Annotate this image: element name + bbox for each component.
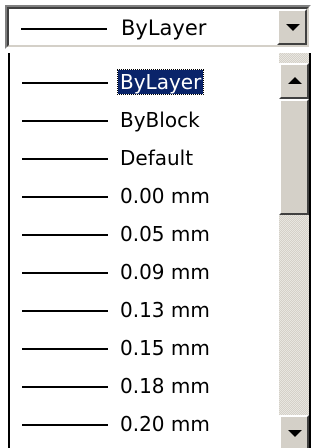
lineweight-sample-line <box>22 82 108 84</box>
list-item-default[interactable]: Default <box>10 139 280 177</box>
lineweight-sample-line <box>22 424 108 426</box>
combobox-selected-value: ByLayer <box>121 16 207 40</box>
chevron-down-icon <box>288 430 302 437</box>
lineweight-combobox[interactable]: ByLayer <box>5 5 311 49</box>
list-item-0-13-mm[interactable]: 0.13 mm <box>10 291 280 329</box>
lineweight-sample-line <box>22 196 108 198</box>
combobox-field[interactable]: ByLayer <box>7 7 309 47</box>
lineweight-sample-line <box>22 272 108 274</box>
chevron-down-icon <box>286 24 300 31</box>
list-item-label: 0.05 mm <box>120 222 210 246</box>
list-item-label: 0.15 mm <box>120 336 210 360</box>
lineweight-sample-line <box>22 120 108 122</box>
list-item-bylayer[interactable]: ByLayer <box>10 63 280 101</box>
lineweight-sample-line <box>22 158 108 160</box>
list-item-0-20-mm[interactable]: 0.20 mm <box>10 405 280 443</box>
lineweight-sample-line <box>22 386 108 388</box>
list-item-label: 0.09 mm <box>120 260 210 284</box>
vertical-scrollbar[interactable] <box>279 53 309 448</box>
lineweight-control: ByLayer ByLayer ByBlock Default 0.00 mm <box>0 0 317 448</box>
list-item-label: ByBlock <box>120 108 200 132</box>
lineweight-sample-line <box>22 234 108 236</box>
list-item-0-15-mm[interactable]: 0.15 mm <box>10 329 280 367</box>
lineweight-sample-line <box>22 310 108 312</box>
list-item-label: ByLayer <box>116 69 205 95</box>
lineweight-sample-line <box>22 348 108 350</box>
list-item-0-00-mm[interactable]: 0.00 mm <box>10 177 280 215</box>
list-item-label: 0.18 mm <box>120 374 210 398</box>
list-item-0-09-mm[interactable]: 0.09 mm <box>10 253 280 291</box>
scrollbar-thumb[interactable] <box>279 99 309 215</box>
dropdown-options: ByLayer ByBlock Default 0.00 mm 0.05 mm … <box>10 53 280 448</box>
dropdown-button[interactable] <box>277 9 307 45</box>
list-item-0-18-mm[interactable]: 0.18 mm <box>10 367 280 405</box>
scroll-down-button[interactable] <box>279 415 309 448</box>
chevron-up-icon <box>288 77 302 84</box>
lineweight-sample-line <box>21 28 107 30</box>
list-item-0-05-mm[interactable]: 0.05 mm <box>10 215 280 253</box>
list-item-label: 0.20 mm <box>120 412 210 436</box>
list-item-label: 0.13 mm <box>120 298 210 322</box>
list-item-label: 0.00 mm <box>120 184 210 208</box>
lineweight-dropdown-list: ByLayer ByBlock Default 0.00 mm 0.05 mm … <box>8 53 311 448</box>
list-item-label: Default <box>120 146 194 170</box>
scroll-up-button[interactable] <box>279 63 309 99</box>
list-item-byblock[interactable]: ByBlock <box>10 101 280 139</box>
